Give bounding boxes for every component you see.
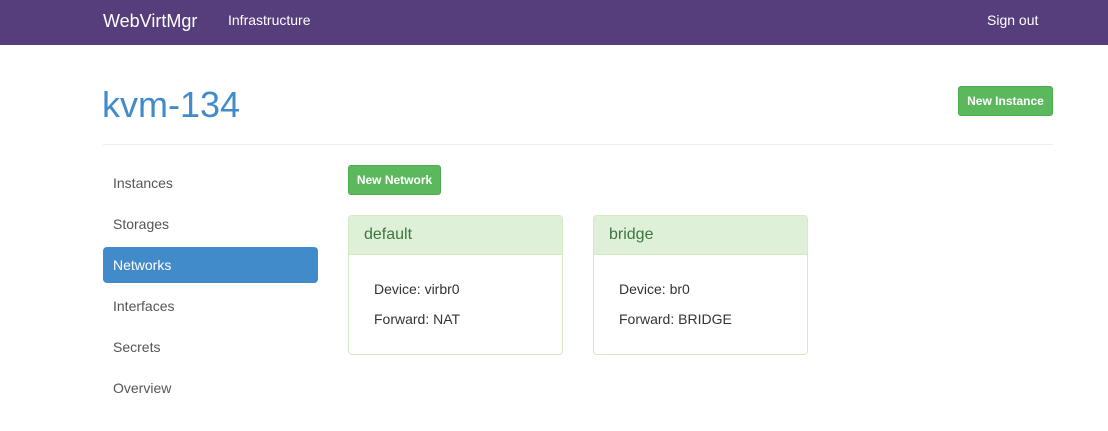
network-device: Device: br0 [619,281,690,297]
network-panel-title[interactable]: bridge [594,216,807,255]
network-panel-bridge: bridge Device: br0 Forward: BRIDGE [593,215,808,355]
new-network-button[interactable]: New Network [348,165,441,195]
sidebar-nav: Instances Storages Networks Interfaces S… [103,165,318,411]
sidebar-item-interfaces[interactable]: Interfaces [103,288,318,324]
sidebar-item-secrets[interactable]: Secrets [103,329,318,365]
network-panel-default: default Device: virbr0 Forward: NAT [348,215,563,355]
network-device: Device: virbr0 [374,281,460,297]
sidebar-item-overview[interactable]: Overview [103,370,318,406]
network-forward: Forward: BRIDGE [619,311,732,327]
top-navbar: WebVirtMgr Infrastructure Sign out [0,0,1108,45]
header-divider [103,144,1053,145]
network-forward: Forward: NAT [374,311,461,327]
sidebar-item-storages[interactable]: Storages [103,206,318,242]
network-panel-body: Device: virbr0 Forward: NAT [349,255,562,327]
sign-out-link[interactable]: Sign out [987,12,1038,28]
nav-link-infrastructure[interactable]: Infrastructure [228,12,310,28]
network-panel-body: Device: br0 Forward: BRIDGE [594,255,807,327]
network-panel-title[interactable]: default [349,216,562,255]
sidebar-item-instances[interactable]: Instances [103,165,318,201]
page-title: kvm-134 [102,84,241,125]
brand-link[interactable]: WebVirtMgr [103,11,197,31]
sidebar-item-networks[interactable]: Networks [103,247,318,283]
new-instance-button[interactable]: New Instance [958,86,1053,116]
